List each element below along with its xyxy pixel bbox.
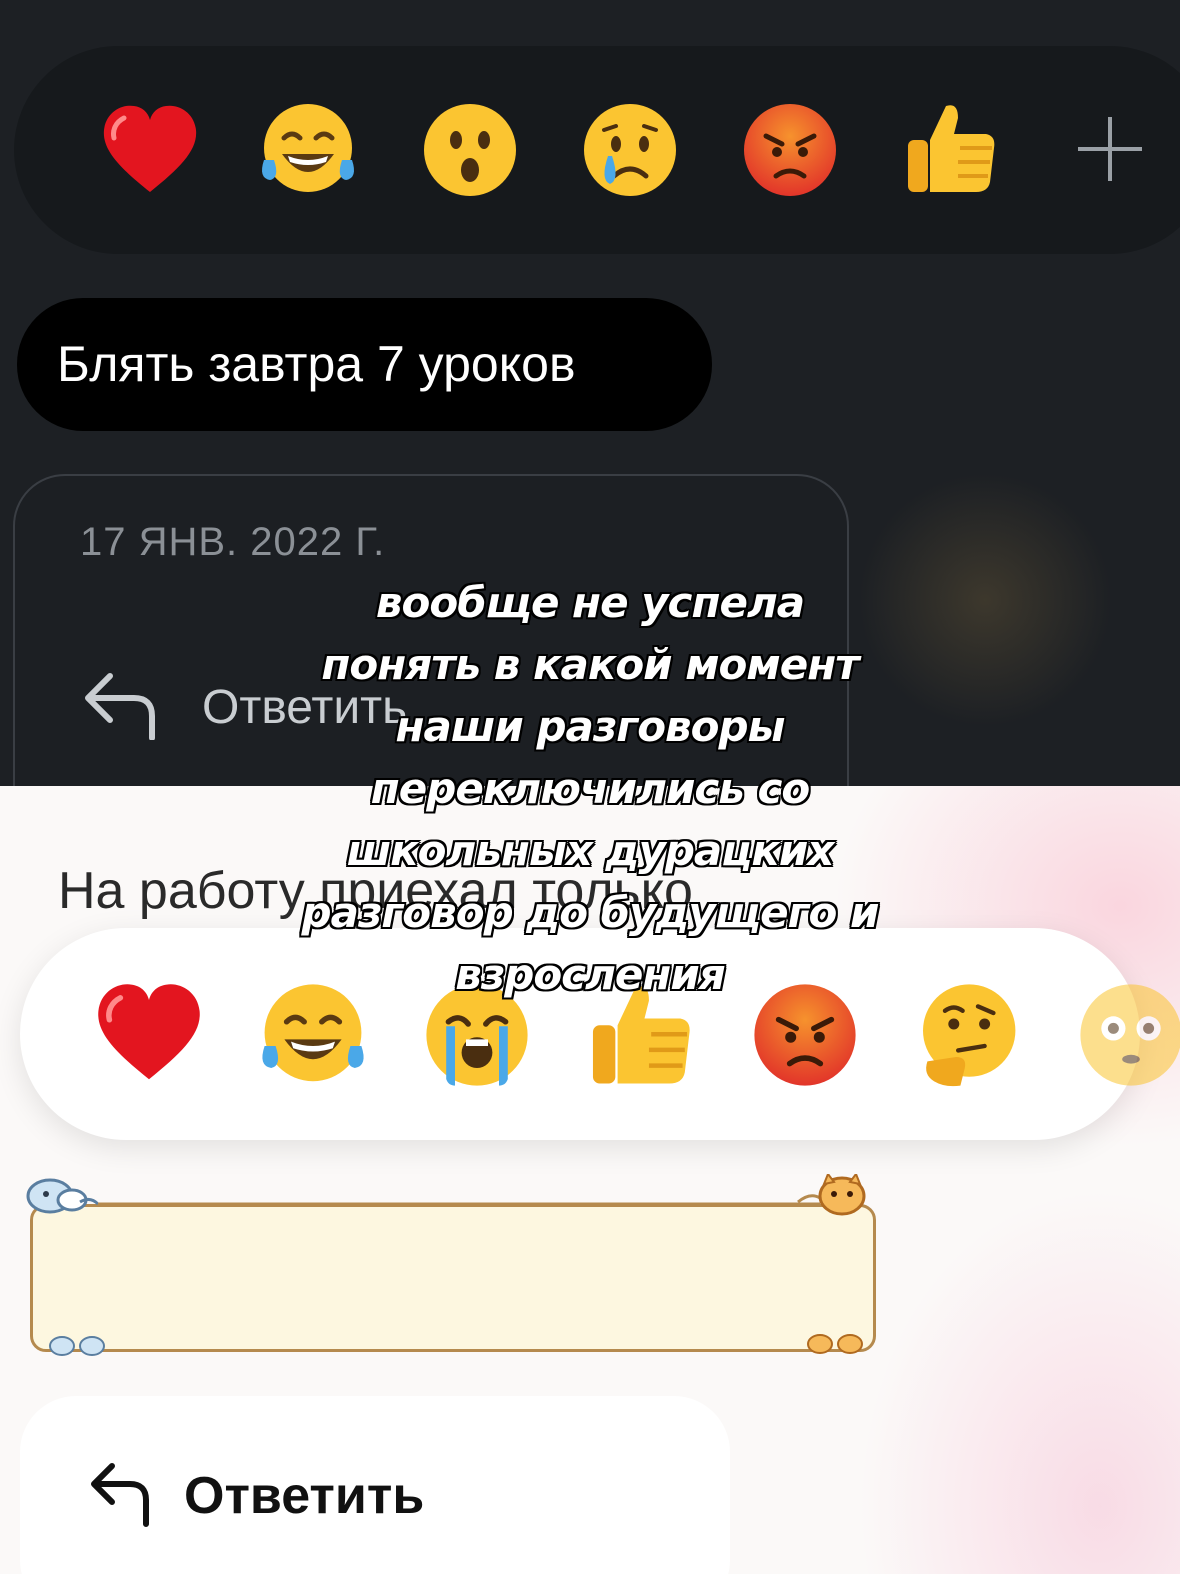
message-bubble-dark[interactable]: Блять завтра 7 уроков xyxy=(17,298,712,431)
red-heart-icon[interactable] xyxy=(100,100,200,200)
caption-line: разговор до будущего и xyxy=(301,888,880,937)
angry-face-icon[interactable] xyxy=(740,100,840,200)
overlay-caption: вообще не успела понять в какой момент н… xyxy=(240,572,940,1006)
reply-arrow-icon[interactable] xyxy=(88,1458,152,1528)
crying-face-icon[interactable] xyxy=(580,100,680,200)
reply-button-label[interactable]: Ответить xyxy=(184,1466,424,1526)
flushed-face-icon[interactable] xyxy=(1076,980,1180,1090)
caption-line: вообще не успела xyxy=(375,578,805,627)
add-reaction-plus-icon[interactable] xyxy=(1078,117,1142,181)
dog-sticker-icon xyxy=(26,1178,820,1214)
caption-line: наши разговоры xyxy=(395,702,785,751)
paw-prints-icon xyxy=(49,1334,863,1356)
message-date: 17 ЯНВ. 2022 Г. xyxy=(80,520,386,564)
reply-arrow-icon[interactable] xyxy=(82,668,158,741)
caption-line: переключились со xyxy=(370,764,810,813)
red-heart-icon[interactable] xyxy=(94,978,204,1088)
caption-line: понять в какой момент xyxy=(321,640,859,689)
tears-of-joy-icon[interactable] xyxy=(258,100,358,200)
message-bubble-framed[interactable] xyxy=(20,1174,886,1370)
caption-line: школьных дурацких xyxy=(346,826,835,875)
caption-line: взросления xyxy=(455,950,725,999)
cat-sticker-icon xyxy=(797,1174,866,1216)
surprised-face-icon[interactable] xyxy=(420,100,520,200)
thumbs-up-icon[interactable] xyxy=(900,96,1000,196)
